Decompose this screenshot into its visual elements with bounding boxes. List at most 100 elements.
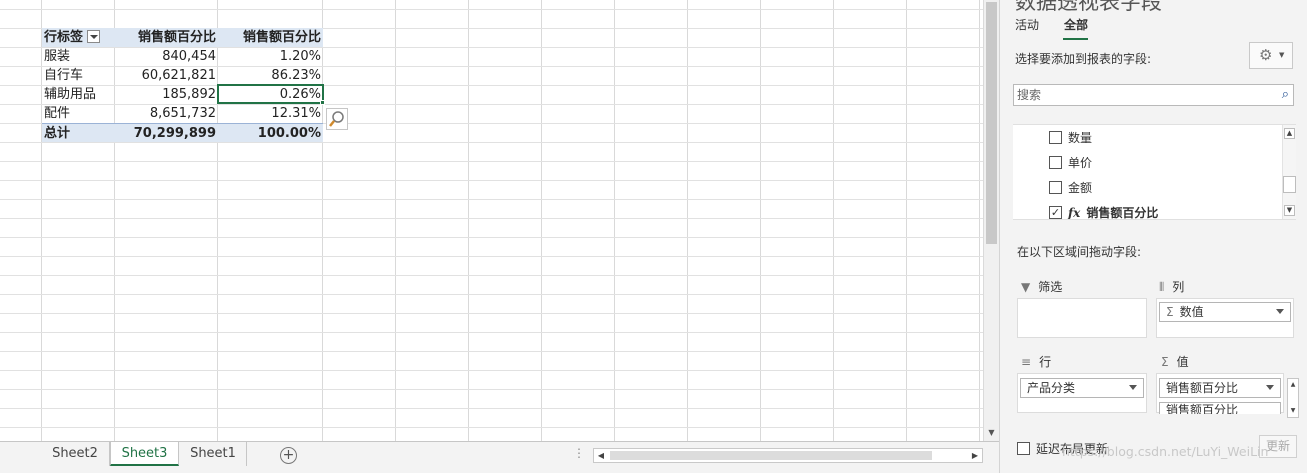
amount-cell[interactable]: 60,621,821 [115,66,216,85]
row-gridline [0,256,983,257]
field-item-price[interactable]: 单价 [1049,154,1092,172]
sheet-tab-sheet1[interactable]: Sheet1 [180,442,247,466]
field-list[interactable]: 数量 单价 金额 ✓ fx 销售额百分比 ▲ ▼ [1013,124,1296,220]
row-label[interactable]: 服装 [44,47,114,66]
pivot-total-row[interactable]: 总计 70,299,899 100.00% [42,123,323,142]
amount-cell[interactable]: 8,651,732 [115,104,216,123]
filter-dropdown-icon[interactable] [87,30,101,43]
values-scrollbar[interactable]: ▲ ▼ [1287,378,1299,418]
pivot-field-panel: 数据透视表字段 活动 全部 选择要添加到报表的字段: ⚙ ▼ ⌕ 数量 单价 金… [1007,0,1307,473]
scroll-right-icon[interactable]: ▶ [968,449,982,462]
search-field[interactable]: ⌕ [1013,84,1294,106]
sigma-icon: Σ [1166,305,1174,319]
worksheet-grid[interactable]: 行标签 销售额百分比 销售额百分比 服装 840,454 1.20% 自行车 6… [0,0,983,441]
rows-drop-area[interactable]: 产品分类 [1017,373,1147,413]
total-amount-cell[interactable]: 70,299,899 [115,124,216,143]
filters-drop-area[interactable] [1017,298,1147,338]
pivot-col-header[interactable]: 销售额百分比 [115,28,216,47]
scroll-thumb[interactable] [1283,176,1296,193]
vertical-scrollbar[interactable]: ▼ [983,0,999,441]
panel-divider[interactable] [999,0,1007,473]
columns-area-title: ⦀ 列 [1159,278,1184,295]
row-gridline [0,161,983,162]
scroll-down-icon[interactable]: ▼ [1284,205,1295,216]
add-sheet-icon[interactable]: + [280,447,297,464]
scroll-up-icon[interactable]: ▲ [1289,381,1297,389]
pivot-row[interactable]: 服装 840,454 1.20% [42,47,323,66]
row-labels-header[interactable]: 行标签 [44,28,114,47]
sheet-tab-bar: Sheet2 Sheet3 Sheet1 + ⋮ ◀ ▶ [0,441,999,473]
values-label: 值 [1176,355,1189,369]
total-percent-cell[interactable]: 100.00% [218,124,321,143]
row-gridline [0,237,983,238]
checkbox[interactable] [1049,156,1062,169]
percent-cell[interactable]: 1.20% [218,47,321,66]
quick-analysis-icon[interactable] [326,108,348,130]
pivot-header-row[interactable]: 行标签 销售额百分比 销售额百分比 [42,28,323,47]
columns-label: 列 [1172,280,1185,294]
chevron-down-icon [1129,385,1137,390]
fill-handle[interactable] [320,100,325,105]
row-label[interactable]: 辅助用品 [44,85,114,104]
field-item-amount[interactable]: 金额 [1049,179,1092,197]
row-gridline [0,408,983,409]
pivot-row[interactable]: 自行车 60,621,821 86.23% [42,66,323,85]
values-field-dropdown[interactable]: 销售额百分比 [1159,378,1281,398]
amount-cell[interactable]: 185,892 [115,85,216,104]
tools-button[interactable]: ⚙ ▼ [1249,42,1293,69]
field-label: 销售额百分比 [1086,206,1159,220]
checkbox[interactable] [1049,131,1062,144]
values-area-title: Σ值 [1161,353,1189,370]
row-label[interactable]: 自行车 [44,66,114,85]
row-gridline [0,370,983,371]
choose-fields-label: 选择要添加到报表的字段: [1015,52,1152,66]
rows-area-title: ≡ 行 [1021,353,1051,370]
percent-cell[interactable]: 12.31% [218,104,321,123]
scroll-down-icon[interactable]: ▼ [1289,407,1297,415]
tab-split-handle[interactable]: ⋮ [573,446,585,460]
pivot-row[interactable]: 配件 8,651,732 12.31% [42,104,323,123]
values-field-dropdown[interactable]: 销售额百分比 [1159,402,1281,414]
field-label: 金额 [1068,181,1093,195]
scroll-down-icon[interactable]: ▼ [986,427,997,439]
pivot-col-header[interactable]: 销售额百分比 [218,28,321,47]
search-icon[interactable]: ⌕ [1282,87,1289,102]
tab-active-fields[interactable]: 活动 [1015,16,1039,33]
row-label[interactable]: 配件 [44,104,114,123]
filter-icon: ▼ [1021,280,1031,294]
rows-icon: ≡ [1021,355,1032,369]
scroll-up-icon[interactable]: ▲ [1284,128,1295,139]
checkbox-checked[interactable]: ✓ [1049,206,1062,219]
search-input[interactable] [1014,85,1264,105]
scroll-thumb[interactable] [610,451,932,460]
rows-field-label: 产品分类 [1027,381,1076,395]
checkbox[interactable] [1017,442,1030,455]
chevron-down-icon: ▼ [1279,51,1285,59]
scroll-thumb[interactable] [986,2,997,244]
row-gridline [0,294,983,295]
field-item-quantity[interactable]: 数量 [1049,129,1092,147]
horizontal-scrollbar[interactable]: ◀ ▶ [593,448,983,463]
row-labels-text: 行标签 [44,30,84,45]
checkbox[interactable] [1049,181,1062,194]
scroll-left-icon[interactable]: ◀ [594,449,608,462]
percent-cell[interactable]: 86.23% [218,66,321,85]
sheet-tab-sheet3[interactable]: Sheet3 [110,442,179,466]
row-gridline [0,9,983,10]
amount-cell[interactable]: 840,454 [115,47,216,66]
drag-fields-label: 在以下区域间拖动字段: [1017,245,1142,259]
field-label: 数量 [1068,131,1093,145]
columns-field-dropdown[interactable]: Σ 数值 [1159,302,1291,322]
rows-field-dropdown[interactable]: 产品分类 [1020,378,1144,398]
values-field-label: 销售额百分比 [1166,381,1239,395]
total-label[interactable]: 总计 [44,124,114,143]
values-drop-area[interactable]: 销售额百分比 销售额百分比 [1156,373,1284,414]
sheet-tab-sheet2[interactable]: Sheet2 [41,442,110,466]
field-item-sales-percent[interactable]: ✓ fx 销售额百分比 [1049,204,1159,220]
sigma-icon: Σ [1161,355,1169,369]
columns-drop-area[interactable]: Σ 数值 [1156,298,1294,338]
tab-underline [1063,38,1088,40]
field-list-scrollbar[interactable]: ▲ ▼ [1282,125,1296,219]
row-gridline [0,389,983,390]
tab-all-fields[interactable]: 全部 [1064,16,1088,33]
